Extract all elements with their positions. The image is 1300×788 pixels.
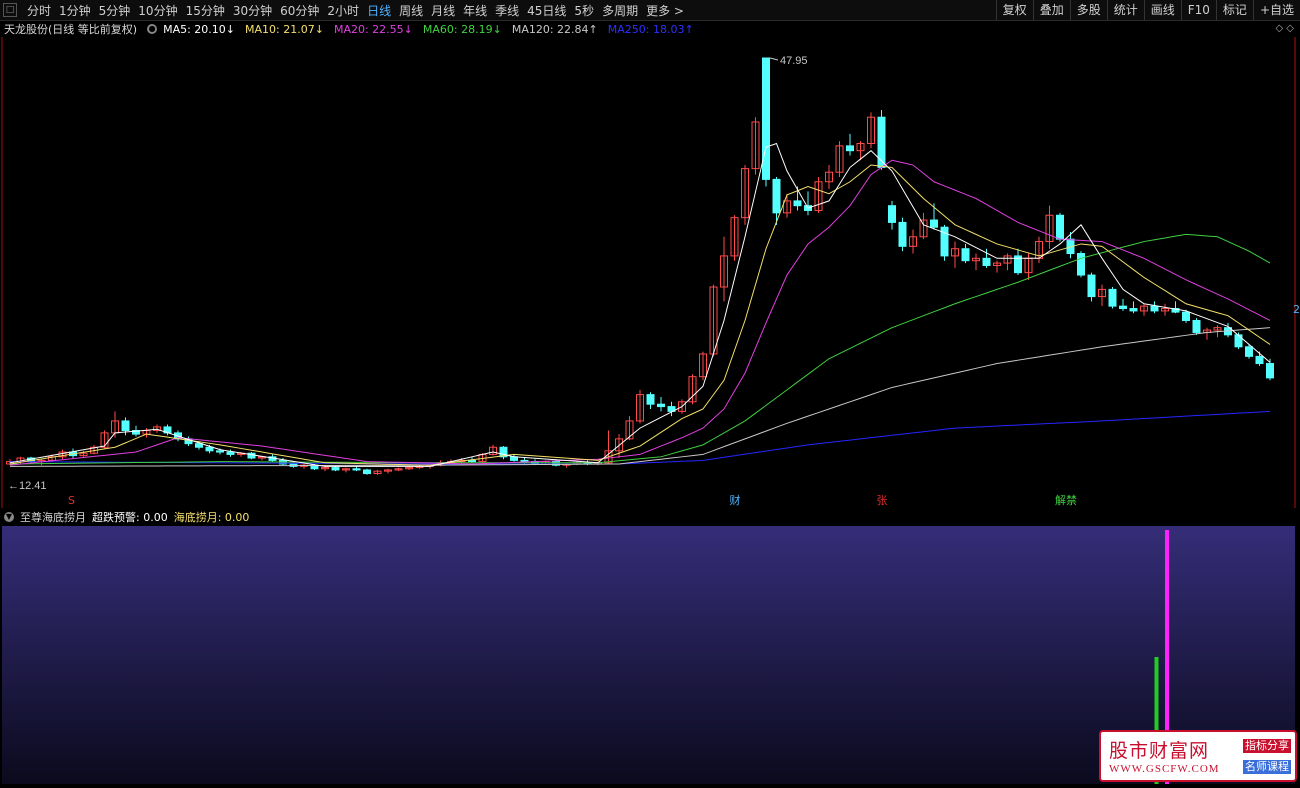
candle-body — [846, 145, 854, 152]
period-tab-12[interactable]: 季线 — [491, 2, 523, 19]
high-price-pointer — [769, 57, 779, 61]
event-marker-2: 张 — [877, 494, 888, 507]
tool-button-1[interactable]: 叠加 — [1032, 0, 1070, 20]
candle-body — [1150, 305, 1159, 312]
candle-body — [216, 450, 224, 453]
candle-body — [121, 420, 130, 432]
candle-body — [331, 467, 340, 471]
watermark-logo: 股市财富网 WWW.GSCFW.COM 指标分享 名师课程 — [1099, 730, 1297, 782]
candle-body — [195, 443, 203, 448]
settings-circle-icon[interactable]: ● — [147, 24, 158, 34]
panel-toggle-icon[interactable]: □ — [3, 3, 17, 17]
ma-value-2: MA20: 22.55↓ — [333, 22, 413, 36]
candle-body — [898, 221, 907, 247]
candle-body — [1245, 346, 1253, 357]
period-tab-4[interactable]: 15分钟 — [182, 2, 229, 19]
tool-button-7[interactable]: +自选 — [1252, 0, 1300, 20]
candle-body — [1266, 363, 1274, 379]
period-tab-7[interactable]: 2小时 — [323, 2, 363, 19]
watermark-tag-course: 名师课程 — [1243, 760, 1291, 774]
high-price-label: 47.95 — [780, 55, 808, 67]
candle-body — [961, 248, 970, 262]
ma-value-0: MA5: 20.10↓ — [163, 22, 236, 36]
candlestick-chart[interactable]: 47.95 ←12.41 S 财 张 解禁 — [0, 37, 1300, 508]
watermark-url: WWW.GSCFW.COM — [1109, 763, 1220, 775]
indicator-name: 至尊海底捞月 — [20, 510, 86, 524]
period-tab-10[interactable]: 月线 — [427, 2, 459, 19]
price-axis-label: 2 — [1293, 303, 1300, 316]
candle-body — [1087, 274, 1096, 298]
period-tab-9[interactable]: 周线 — [395, 2, 427, 19]
tool-button-4[interactable]: 画线 — [1143, 0, 1181, 20]
candle-body — [982, 257, 991, 266]
ma-legend-bar: 天龙股份(日线 等比前复权) ● MA5: 20.10↓ MA10: 21.07↓… — [0, 21, 1300, 37]
period-tab-16[interactable]: 更多 > — [642, 2, 688, 19]
candle-body — [1234, 334, 1243, 348]
period-tab-5[interactable]: 30分钟 — [229, 2, 276, 19]
candle-body — [1108, 288, 1117, 307]
candle-body — [772, 178, 781, 214]
candle-body — [1056, 214, 1064, 240]
indicator-legend-bar: ▼ 至尊海底捞月 超跌预警: 0.00 海底捞月: 0.00 — [0, 508, 1300, 525]
candle-body — [888, 205, 896, 223]
candle-body — [877, 116, 886, 168]
diamond-icon[interactable]: ◇ ◇ — [1275, 23, 1294, 34]
period-tab-3[interactable]: 10分钟 — [134, 2, 181, 19]
indicator-menu-icon[interactable]: ▼ — [4, 511, 14, 522]
candle-body — [793, 200, 802, 207]
ma-value-3: MA60: 28.19↓ — [422, 22, 502, 36]
period-tab-15[interactable]: 多周期 — [598, 2, 642, 19]
period-tab-2[interactable]: 5分钟 — [95, 2, 135, 19]
period-tab-8[interactable]: 日线 — [363, 2, 395, 19]
ma-values: MA5: 20.10↓ MA10: 21.07↓ MA20: 22.55↓ MA60:… — [163, 23, 704, 36]
candle-body — [1119, 305, 1127, 310]
watermark-title: 股市财富网 — [1109, 740, 1210, 762]
tool-button-5[interactable]: F10 — [1180, 0, 1216, 20]
indicator-value-1: 海底捞月: 0.00 — [173, 510, 250, 524]
period-tab-11[interactable]: 年线 — [459, 2, 491, 19]
ma-value-4: MA120: 22.84↑ — [511, 22, 598, 36]
candle-body — [226, 451, 235, 455]
candle-body — [1129, 308, 1138, 312]
candle-body — [352, 468, 361, 471]
period-tab-6[interactable]: 60分钟 — [276, 2, 323, 19]
candle-body — [1077, 253, 1085, 276]
stock-title: 天龙股份(日线 等比前复权) — [4, 23, 138, 36]
period-tab-0[interactable]: 分时 — [23, 2, 55, 19]
candle-body — [1255, 355, 1264, 365]
period-tab-13[interactable]: 45日线 — [523, 2, 570, 19]
candle-body — [363, 469, 371, 475]
event-marker-1: 财 — [730, 493, 741, 507]
watermark-tag-share: 指标分享 — [1243, 739, 1291, 753]
candle-body — [205, 446, 214, 452]
event-marker-3: 解禁 — [1055, 493, 1077, 507]
tool-buttons: 复权 叠加 多股 统计 画线 F10 标记 +自选 — [995, 0, 1300, 20]
tool-button-3[interactable]: 统计 — [1106, 0, 1144, 20]
tool-button-0[interactable]: 复权 — [995, 0, 1033, 20]
candle-body — [646, 394, 655, 405]
candle-body — [657, 403, 665, 408]
candle-body — [1182, 311, 1190, 321]
tool-button-6[interactable]: 标记 — [1215, 0, 1253, 20]
tool-button-2[interactable]: 多股 — [1069, 0, 1107, 20]
candle-body — [930, 219, 938, 228]
ma-value-1: MA10: 21.07↓ — [245, 22, 324, 36]
period-tab-14[interactable]: 5秒 — [570, 2, 598, 19]
candle-body — [1192, 319, 1201, 333]
event-marker-0: S — [68, 494, 75, 507]
period-tab-1[interactable]: 1分钟 — [55, 2, 95, 19]
period-toolbar: □ 分时 1分钟 5分钟 10分钟 15分钟 30分钟 60分钟 2小时 日线 周线 月线 年线 季线 4… — [0, 0, 1300, 21]
ma-value-5: MA250: 18.03↑ — [607, 22, 694, 36]
period-list: □ 分时 1分钟 5分钟 10分钟 15分钟 30分钟 60分钟 2小时 日线 周线 月线 年线 季线 4… — [0, 0, 688, 20]
candle-body — [762, 57, 770, 180]
low-price-label: ←12.41 — [8, 480, 47, 492]
indicator-values: 超跌预警: 0.00 海底捞月: 0.00 — [92, 509, 255, 525]
indicator-value-0: 超跌预警: 0.00 — [92, 510, 168, 524]
